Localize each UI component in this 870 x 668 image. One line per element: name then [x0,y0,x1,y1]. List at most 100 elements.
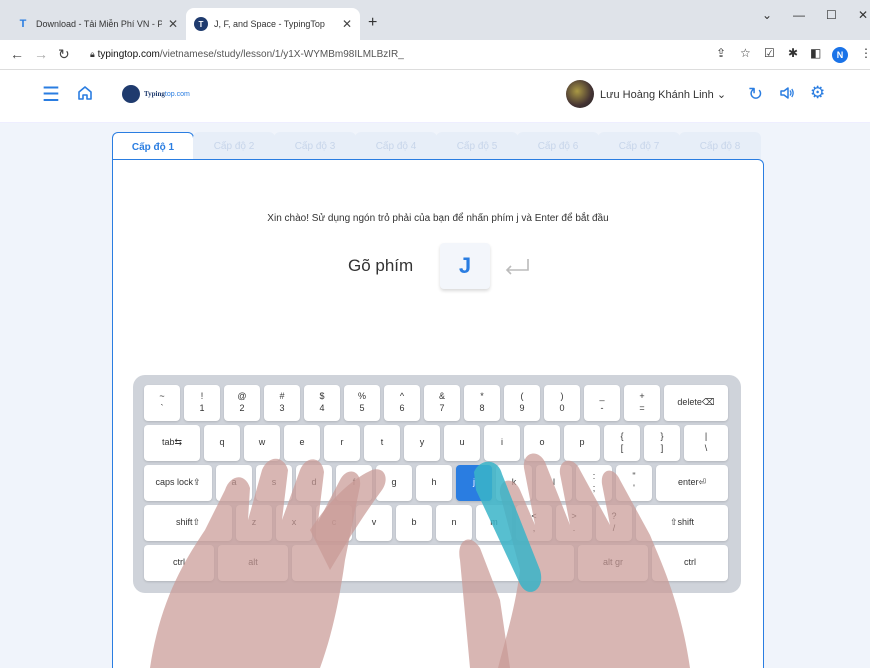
maximize-icon[interactable]: ☐ [826,8,837,22]
tab-level-3[interactable]: Cấp độ 3 [274,132,356,160]
key-alt: alt [218,545,288,581]
user-avatar[interactable] [566,80,594,108]
lesson-instruction: Xin chào! Sử dụng ngón trỏ phải của bạn … [267,213,609,224]
reload-icon[interactable]: ↻ [58,46,70,63]
forward-icon[interactable]: → [34,46,48,62]
key-backtick: ~ ` [144,385,180,421]
key-y: y [404,425,440,461]
side-panel-icon[interactable]: ◧ [810,46,821,60]
user-menu[interactable]: Lưu Hoàng Khánh Linh ⌄ [600,88,726,101]
address-bar[interactable]: 🔒︎ typingtop.com/vietnamese/study/lesson… [90,49,404,60]
key-b: b [396,505,432,541]
lock-icon: 🔒︎ [90,49,95,59]
key-c: c [316,505,352,541]
share-icon[interactable]: ⇪ [716,46,726,60]
key-3: #3 [264,385,300,421]
logo-text: Typing [144,90,165,98]
url-host: typingtop.com [97,49,160,60]
tab-search-chevron-icon[interactable]: ⌄ [762,8,772,22]
key-slash: ? / [596,505,632,541]
key-m: m [476,505,512,541]
key-s: s [256,465,292,501]
key-2: @2 [224,385,260,421]
key-h: h [416,465,452,501]
bookmark-star-icon[interactable]: ☆ [740,46,751,60]
hamburger-menu-icon[interactable]: ☰ [42,82,60,107]
key-4: $4 [304,385,340,421]
key-tab: tab⇆ [144,425,200,461]
minimize-icon[interactable]: — [793,8,805,22]
browser-toolbar: ← → ↻ 🔒︎ typingtop.com/vietnamese/study/… [0,40,870,70]
tab-level-5[interactable]: Cấp độ 5 [436,132,518,160]
key-semicolon: :; [576,465,612,501]
key-delete: delete⌫ [664,385,728,421]
menu-kebab-icon[interactable]: ⋮ [860,46,870,60]
typingtop-favicon-icon: T [19,18,27,30]
key-o: o [524,425,560,461]
key-i: i [484,425,520,461]
enter-return-icon [505,259,529,275]
key-shift-right: ⇧shift [636,505,728,541]
key-l: l [536,465,572,501]
tab-level-6[interactable]: Cấp độ 6 [517,132,599,160]
home-icon[interactable] [76,84,94,107]
tab-level-1[interactable]: Cấp độ 1 [112,132,194,161]
key-9: (9 [504,385,540,421]
key-enter: enter⏎ [656,465,728,501]
browser-tab-download[interactable]: T Download - Tải Miễn Phí VN - Ph ✕ [8,8,186,40]
key-right-bracket: }] [644,425,680,461]
key-alt-gr: alt gr [578,545,648,581]
browser-tab-typingtop[interactable]: T J, F, and Space - TypingTop ✕ [186,8,360,40]
key-1: ! 1 [184,385,220,421]
key-z: z [236,505,272,541]
logo-mark-icon [122,85,140,103]
extension-check-icon[interactable]: ☑ [764,46,775,60]
key-p: p [564,425,600,461]
key-d: d [296,465,332,501]
settings-gear-icon[interactable]: ⚙ [810,83,825,103]
target-key: J [440,243,490,289]
sound-icon[interactable] [778,84,796,107]
key-q: q [204,425,240,461]
tab-title: J, F, and Space - TypingTop [214,19,325,29]
username-label: Lưu Hoàng Khánh Linh [600,89,714,101]
key-7: & 7 [424,385,460,421]
key-g: g [376,465,412,501]
extensions-puzzle-icon[interactable]: ✱ [788,46,798,60]
back-icon[interactable]: ← [10,46,24,62]
tab-level-7[interactable]: Cấp độ 7 [598,132,680,160]
type-key-label: Gõ phím [348,256,414,275]
tab-level-2[interactable]: Cấp độ 2 [193,132,275,160]
key-r: r [324,425,360,461]
key-e: e [284,425,320,461]
key-0: ) 0 [544,385,580,421]
profile-avatar[interactable]: N [832,47,848,63]
key-space [292,545,574,581]
tab-level-8[interactable]: Cấp độ 8 [679,132,761,160]
key-5: % 5 [344,385,380,421]
key-n: n [436,505,472,541]
key-u: u [444,425,480,461]
key-comma: <, [516,505,552,541]
virtual-keyboard: ~ ` ! 1 @2 #3 $4 % 5 ^ 6 & 7 * 8 (9 ) 0 _ - + = d… [133,375,741,593]
close-tab-icon[interactable]: ✕ [168,17,178,31]
key-shift-left: shift⇧ [144,505,232,541]
close-tab-icon[interactable]: ✕ [342,17,352,31]
key-8: * 8 [464,385,500,421]
chevron-down-icon: ⌄ [716,89,727,101]
key-t: t [364,425,400,461]
typingtop-logo[interactable]: Typing top.com [122,85,190,103]
tab-title: Download - Tải Miễn Phí VN - Ph [36,19,162,29]
key-minus: _ - [584,385,620,421]
key-period: >. [556,505,592,541]
restart-icon[interactable]: ↻ [748,84,763,105]
key-v: v [356,505,392,541]
tab-level-4[interactable]: Cấp độ 4 [355,132,437,160]
key-a: a [216,465,252,501]
key-quote: " ' [616,465,652,501]
key-caps-lock: caps lock⇪ [144,465,212,501]
window-close-icon[interactable]: ✕ [858,8,868,22]
key-k: k [496,465,532,501]
typingtop-favicon-icon: T [194,17,208,31]
new-tab-icon[interactable]: + [368,14,377,32]
